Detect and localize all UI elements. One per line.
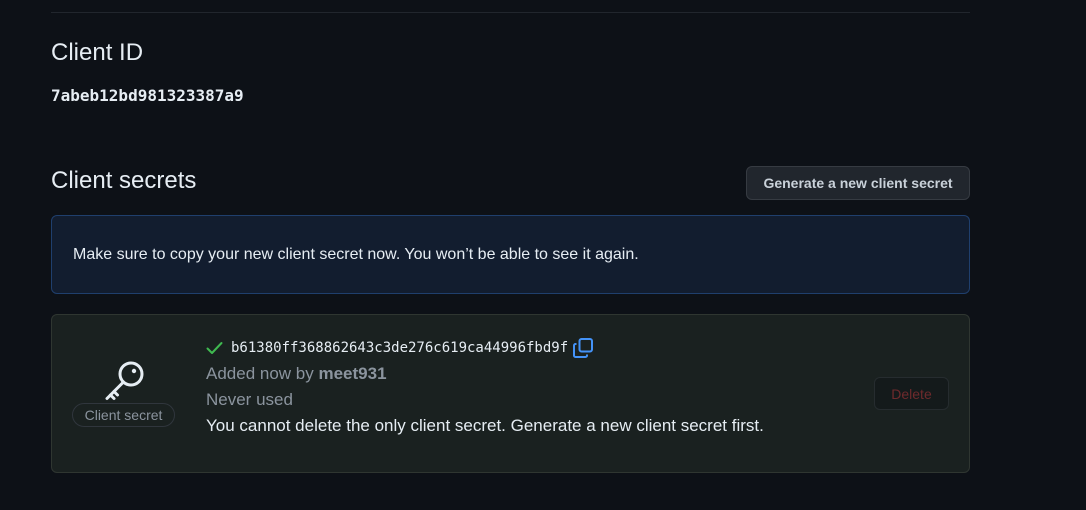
client-secret-item: Client secret b61380ff368862643c3de276c6… — [51, 314, 970, 473]
delete-secret-button[interactable]: Delete — [874, 377, 949, 410]
check-icon — [206, 342, 223, 354]
generate-client-secret-button[interactable]: Generate a new client secret — [746, 166, 970, 200]
key-icon — [105, 361, 144, 400]
client-id-value: 7abeb12bd981323387a9 — [51, 86, 244, 105]
client-secret-details: b61380ff368862643c3de276c619ca44996fbd9f… — [206, 335, 764, 439]
copy-icon[interactable] — [572, 337, 594, 359]
client-secrets-title: Client secrets — [51, 167, 197, 194]
copy-secret-notice-text: Make sure to copy your new client secret… — [73, 245, 639, 263]
client-secret-badge: Client secret — [72, 403, 175, 427]
client-secret-value: b61380ff368862643c3de276c619ca44996fbd9f — [231, 340, 569, 356]
added-by-prefix: Added now by — [206, 364, 319, 383]
divider — [51, 12, 970, 13]
copy-secret-notice: Make sure to copy your new client secret… — [51, 215, 970, 294]
delete-warning: You cannot delete the only client secret… — [206, 416, 764, 435]
usage-status: Never used — [206, 390, 293, 409]
client-id-title: Client ID — [51, 39, 144, 66]
page: Client ID 7abeb12bd981323387a9 Client se… — [0, 0, 1086, 510]
added-by-line: Added now by meet931 — [206, 361, 764, 387]
added-by-user: meet931 — [318, 364, 387, 383]
secret-value-row: b61380ff368862643c3de276c619ca44996fbd9f — [206, 335, 764, 361]
